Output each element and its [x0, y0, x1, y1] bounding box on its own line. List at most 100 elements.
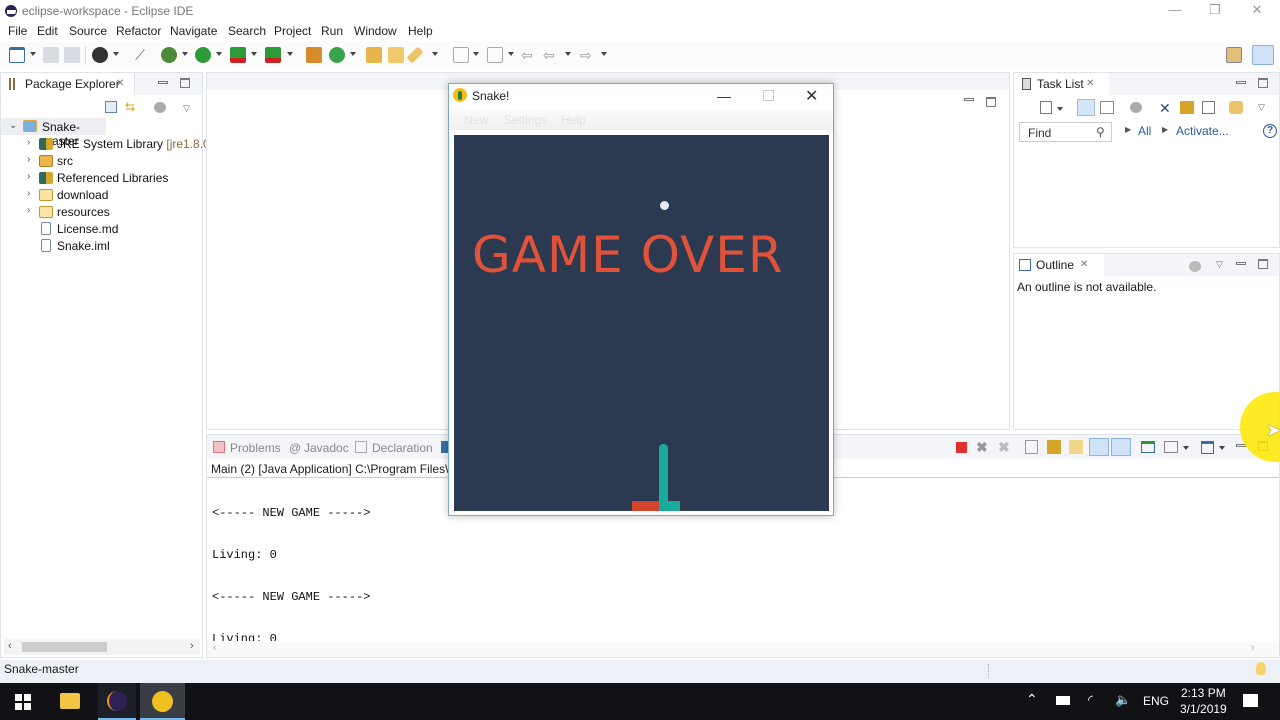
snake-taskbar-button[interactable]: [140, 683, 185, 720]
chevron-right-icon[interactable]: ›: [27, 188, 30, 199]
snake-maximize-button[interactable]: [763, 90, 774, 101]
scroll-left-icon[interactable]: ‹: [8, 640, 12, 652]
menu-refactor[interactable]: Refactor: [116, 24, 161, 38]
menu-source[interactable]: Source: [69, 24, 107, 38]
last-edit-icon[interactable]: ⇦: [521, 47, 537, 63]
find-input[interactable]: Find ⚲: [1019, 122, 1112, 142]
collapse-all-icon[interactable]: [1202, 101, 1215, 114]
language-indicator[interactable]: ENG: [1143, 694, 1169, 708]
snake-menu-settings[interactable]: Settings: [504, 113, 547, 127]
show-on-stderr-icon[interactable]: [1111, 438, 1131, 456]
new-task-icon[interactable]: [1040, 101, 1052, 114]
focus-icon[interactable]: [1130, 102, 1142, 113]
menu-run[interactable]: Run: [321, 24, 343, 38]
snake-menu-help[interactable]: Help: [561, 113, 586, 127]
scroll-right-icon[interactable]: ›: [1251, 642, 1255, 654]
forward-icon[interactable]: ⇨: [580, 47, 596, 63]
scroll-left-icon[interactable]: ‹: [213, 642, 217, 654]
close-button[interactable]: ✕: [1242, 2, 1272, 20]
tree-row[interactable]: › download: [1, 186, 201, 203]
categorized-icon[interactable]: [1077, 99, 1095, 116]
save-icon[interactable]: [43, 47, 59, 63]
next-annotation-icon[interactable]: [453, 47, 469, 63]
tree-row[interactable]: › JRE System Library [jre1.8.0_1: [1, 135, 223, 152]
open-task-icon[interactable]: [388, 47, 404, 63]
new-icon[interactable]: [9, 47, 25, 63]
pin-console-icon[interactable]: [1141, 441, 1155, 453]
minimize-view-icon[interactable]: [158, 81, 168, 84]
tree-row[interactable]: › src: [1, 152, 201, 169]
coverage-icon[interactable]: [230, 47, 246, 63]
synchronize-icon[interactable]: [1229, 101, 1243, 114]
next-annotation-dropdown-icon[interactable]: [473, 52, 479, 56]
menu-search[interactable]: Search: [228, 24, 266, 38]
tree-row[interactable]: License.md: [1, 220, 201, 237]
wifi-icon[interactable]: ◜: [1088, 692, 1093, 708]
chevron-right-icon[interactable]: ›: [27, 137, 30, 148]
show-mine-icon[interactable]: [1180, 101, 1194, 114]
view-menu-icon[interactable]: ▽: [1258, 102, 1265, 113]
menu-navigate[interactable]: Navigate: [170, 24, 217, 38]
show-on-stdout-icon[interactable]: [1089, 438, 1109, 456]
horizontal-scrollbar[interactable]: ‹ ›: [4, 639, 200, 655]
menu-file[interactable]: File: [8, 24, 27, 38]
tree-row[interactable]: › Referenced Libraries: [1, 169, 201, 186]
prev-annotation-icon[interactable]: [487, 47, 503, 63]
minimize-view-icon[interactable]: [1236, 81, 1246, 84]
close-tab-icon[interactable]: ✕: [1086, 78, 1094, 89]
minimize-button[interactable]: —: [1160, 2, 1190, 20]
volume-icon[interactable]: 🔈: [1115, 692, 1131, 708]
debug-icon[interactable]: [161, 47, 177, 63]
maximize-editor-icon[interactable]: [986, 97, 996, 107]
chevron-down-icon[interactable]: ⌄: [9, 120, 17, 131]
tree-row-project[interactable]: ⌄ Snake-master: [1, 118, 106, 148]
forward-dropdown-icon[interactable]: [601, 52, 607, 56]
collapse-all-icon[interactable]: [105, 101, 117, 113]
scroll-lock-icon[interactable]: [1047, 440, 1061, 454]
maximize-view-icon[interactable]: [180, 78, 190, 88]
maximize-view-icon[interactable]: [1258, 78, 1268, 88]
maximize-view-icon[interactable]: [1258, 259, 1268, 269]
clear-console-icon[interactable]: [1025, 440, 1038, 454]
tip-lightbulb-icon[interactable]: [1256, 662, 1266, 675]
tab-package-explorer[interactable]: Package Explorer ✕: [1, 73, 135, 95]
tab-task-list[interactable]: Task List ✕: [1014, 73, 1109, 95]
clock-time[interactable]: 2:13 PM: [1181, 686, 1226, 700]
scheduled-icon[interactable]: [1100, 101, 1114, 114]
open-console-icon[interactable]: [1201, 441, 1214, 454]
tab-outline[interactable]: Outline ✕: [1014, 254, 1104, 276]
profile-dropdown-icon[interactable]: [113, 52, 119, 56]
tab-problems[interactable]: Problems: [230, 441, 281, 455]
remove-launch-icon[interactable]: ✖: [976, 439, 988, 456]
remove-all-launches-icon[interactable]: ✖: [998, 439, 1010, 456]
debug-dropdown-icon[interactable]: [182, 52, 188, 56]
external-tools-dropdown-icon[interactable]: [287, 52, 293, 56]
view-menu-icon[interactable]: ▽: [183, 103, 190, 114]
new-class-icon[interactable]: [329, 47, 345, 63]
focus-icon[interactable]: [1189, 261, 1201, 272]
save-all-icon[interactable]: [64, 47, 80, 63]
tab-javadoc[interactable]: Javadoc: [304, 441, 349, 455]
external-tools-icon[interactable]: [265, 47, 281, 63]
run-dropdown-icon[interactable]: [216, 52, 222, 56]
new-dropdown-icon[interactable]: [30, 52, 36, 56]
action-center-icon[interactable]: [1243, 694, 1258, 707]
clock-date[interactable]: 3/1/2019: [1180, 702, 1227, 716]
chevron-right-icon[interactable]: ›: [27, 171, 30, 182]
run-icon[interactable]: [195, 47, 211, 63]
snake-minimize-button[interactable]: —: [717, 88, 731, 104]
view-menu-icon[interactable]: ▽: [1216, 259, 1223, 270]
display-console-dropdown-icon[interactable]: [1183, 446, 1189, 450]
menu-project[interactable]: Project: [274, 24, 311, 38]
show-hidden-icons[interactable]: ⌃: [1026, 691, 1038, 708]
focus-icon[interactable]: [154, 102, 166, 113]
scroll-right-icon[interactable]: ›: [190, 640, 194, 652]
terminate-icon[interactable]: [956, 442, 967, 453]
new-class-dropdown-icon[interactable]: [350, 52, 356, 56]
word-wrap-icon[interactable]: [1069, 440, 1083, 454]
skip-breakpoints-icon[interactable]: ⟋: [132, 47, 148, 63]
chevron-right-icon[interactable]: ›: [27, 154, 30, 165]
back-icon[interactable]: ⇦: [543, 47, 559, 63]
open-type-icon[interactable]: [366, 47, 382, 63]
activate-link[interactable]: Activate...: [1176, 124, 1229, 138]
